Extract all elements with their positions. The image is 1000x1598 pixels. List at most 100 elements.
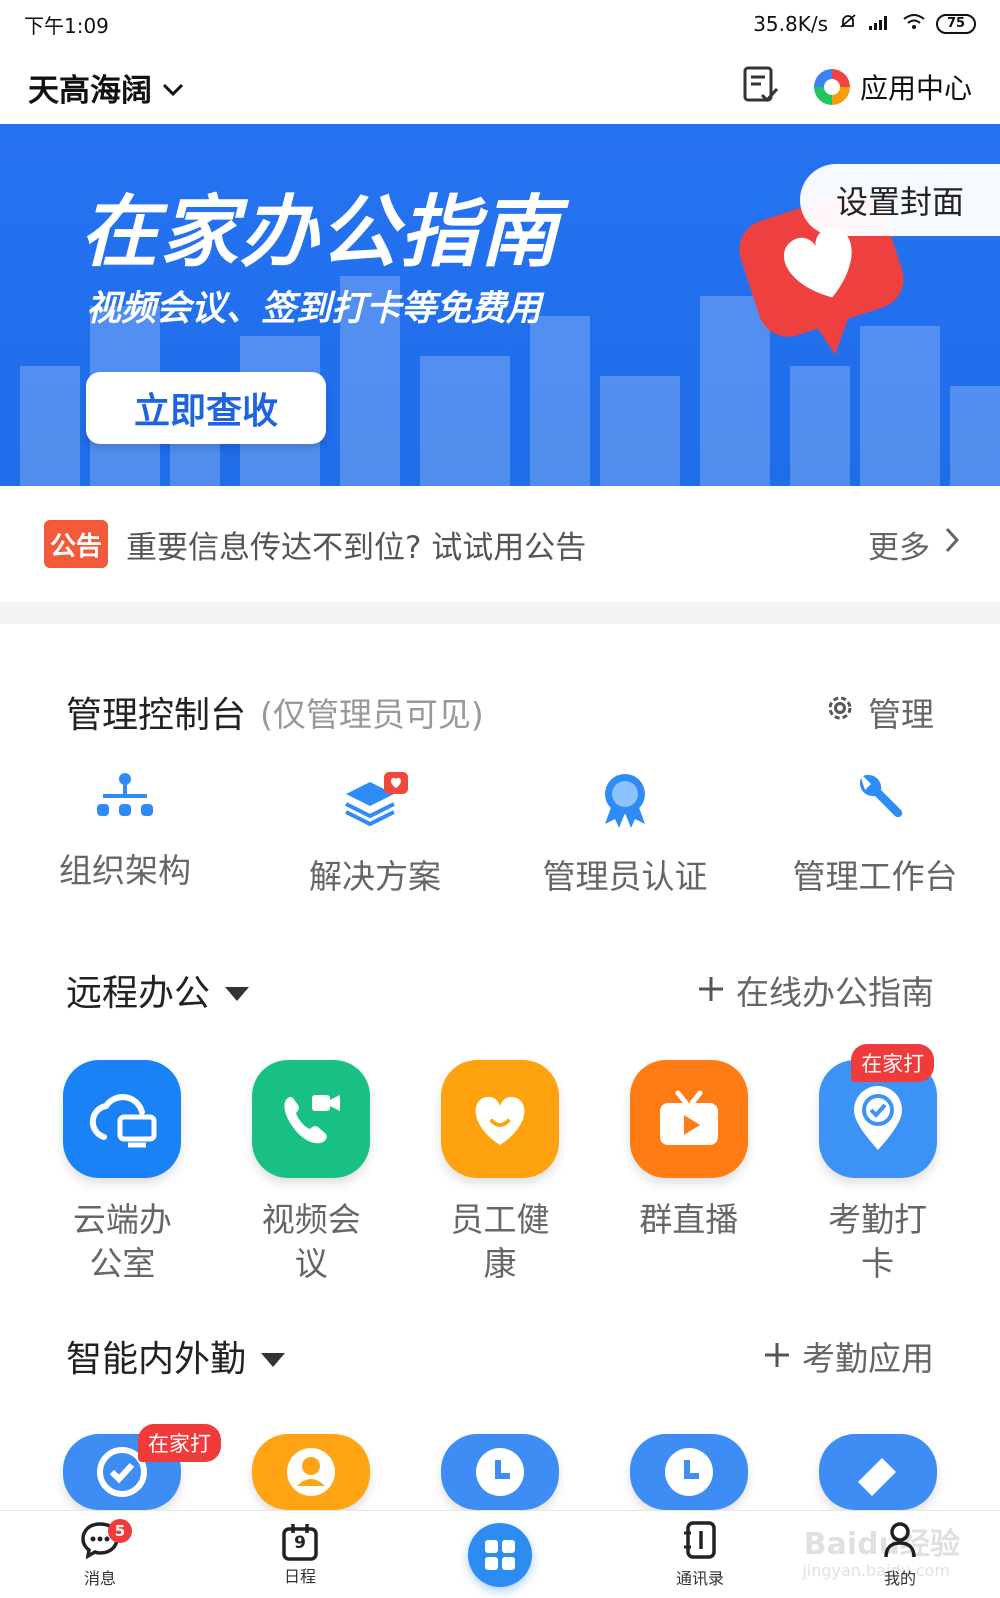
app-attendance-checkin[interactable]: 在家打 考勤打卡 <box>783 1044 972 1286</box>
online-guide-label: 在线办公指南 <box>736 973 934 1012</box>
solution-layers-icon <box>340 772 410 832</box>
app-center-label: 应用中心 <box>859 72 972 105</box>
admin-item-admin-certification[interactable]: 管理员认证 <box>500 772 750 898</box>
calendar-day: 9 <box>294 1532 306 1553</box>
admin-item-org-structure[interactable]: 组织架构 <box>0 772 250 898</box>
caret-down-icon <box>224 970 250 1011</box>
battery-indicator: 75 <box>936 14 976 34</box>
gear-icon <box>824 692 856 732</box>
app-cloud-office[interactable]: 云端办公室 <box>28 1060 217 1286</box>
remote-office-apps: 云端办公室 视频会议 员工健康 群直播 在家打 考勤打卡 <box>0 1044 1000 1286</box>
home-checkin-tag: 在家打 <box>851 1044 935 1082</box>
signal-icon <box>868 12 892 36</box>
attendance-app-shift[interactable] <box>406 1434 595 1510</box>
app-label: 云端办公室 <box>72 1200 172 1283</box>
nav-contacts[interactable]: 通讯录 <box>600 1511 800 1598</box>
admin-console-hint: (仅管理员可见) <box>260 695 484 734</box>
admin-item-label: 解决方案 <box>309 857 441 896</box>
admin-item-admin-workbench[interactable]: 管理工作台 <box>750 772 1000 898</box>
announcement-badge: 公告 <box>44 520 108 568</box>
admin-console-title: 管理控制台 <box>66 695 247 736</box>
admin-console-grid: 组织架构 解决方案 管理员认证 管理工作台 <box>0 772 1000 898</box>
set-cover-button[interactable]: 设置封面 <box>800 164 1000 236</box>
announcement-more-link[interactable]: 更多 <box>868 522 960 567</box>
cloud-desktop-icon <box>63 1060 182 1178</box>
app-video-meeting[interactable]: 视频会议 <box>217 1060 406 1286</box>
attendance-header: 智能内外勤 考勤应用 <box>0 1330 1000 1382</box>
nav-label: 消息 <box>83 1568 116 1588</box>
banner-title: 在家办公指南 <box>80 188 561 278</box>
network-speed: 35.8K/s <box>753 12 828 36</box>
calendar-icon: 9 <box>282 1523 318 1561</box>
attendance-app-field[interactable] <box>217 1434 406 1510</box>
admin-manage-button[interactable]: 管理 <box>824 688 934 736</box>
org-chart-icon <box>95 772 155 826</box>
chevron-down-icon <box>162 69 184 105</box>
admin-item-solutions[interactable]: 解决方案 <box>250 772 500 898</box>
nav-me[interactable]: 我的 <box>800 1511 1000 1598</box>
nav-label: 通讯录 <box>675 1568 724 1588</box>
caret-down-icon <box>260 1336 286 1377</box>
approval-checklist-icon[interactable] <box>742 65 780 109</box>
announcement-text: 重要信息传达不到位? 试试用公告 <box>126 529 587 566</box>
home-checkin-tag: 在家打 <box>138 1424 221 1462</box>
attendance-app-makeup[interactable] <box>783 1434 972 1510</box>
nav-messages[interactable]: 消息 5 <box>0 1511 200 1598</box>
unread-badge: 5 <box>108 1519 132 1543</box>
app-group-live[interactable]: 群直播 <box>594 1060 783 1286</box>
add-online-guide-button[interactable]: 在线办公指南 <box>698 966 934 1014</box>
remote-office-dropdown[interactable]: 远程办公 <box>66 964 250 1016</box>
heart-smile-icon <box>440 1060 559 1178</box>
manage-label: 管理 <box>868 695 934 734</box>
banner-cta-button[interactable]: 立即查收 <box>86 372 326 444</box>
plus-icon <box>698 971 724 1010</box>
nav-calendar[interactable]: 9 日程 <box>200 1511 400 1598</box>
remote-office-header: 远程办公 在线办公指南 <box>0 964 1000 1016</box>
wrench-icon <box>847 772 903 832</box>
add-attendance-app-button[interactable]: 考勤应用 <box>764 1332 934 1380</box>
badge-ribbon-icon <box>597 772 653 832</box>
section-divider <box>0 602 1000 624</box>
workbench-grid-icon <box>468 1522 532 1587</box>
live-tv-icon <box>629 1060 748 1178</box>
app-center-icon <box>813 69 850 105</box>
app-employee-health[interactable]: 员工健康 <box>406 1060 595 1286</box>
app-label: 考勤打卡 <box>828 1200 928 1283</box>
wifi-icon <box>902 12 926 36</box>
attendance-app-label: 考勤应用 <box>802 1339 934 1378</box>
top-header: 天高海阔 应用中心 <box>0 50 1000 124</box>
chevron-right-icon <box>944 526 960 562</box>
person-icon <box>252 1434 371 1510</box>
nav-label: 日程 <box>283 1566 316 1586</box>
clock-icon <box>629 1434 748 1510</box>
promo-banner[interactable]: 在家办公指南 视频会议、签到打卡等免费用 立即查收 设置封面 <box>0 124 1000 486</box>
org-name: 天高海阔 <box>28 72 152 109</box>
banner-subtitle: 视频会议、签到打卡等免费用 <box>86 289 542 329</box>
admin-item-label: 组织架构 <box>59 851 191 890</box>
app-label: 群直播 <box>639 1200 739 1239</box>
video-call-icon <box>252 1060 371 1178</box>
app-label: 员工健康 <box>450 1200 550 1283</box>
more-label: 更多 <box>868 529 930 566</box>
status-indicators: 35.8K/s 75 <box>753 12 976 37</box>
status-time: 下午1:09 <box>24 13 109 38</box>
plus-icon <box>764 1337 790 1376</box>
contacts-book-icon <box>683 1520 717 1563</box>
attendance-app-overtime[interactable] <box>594 1434 783 1510</box>
status-bar: 下午1:09 35.8K/s 75 <box>0 0 1000 48</box>
remote-office-title: 远程办公 <box>66 973 211 1014</box>
nav-label: 我的 <box>883 1568 916 1588</box>
bottom-navigation: 消息 5 9 日程 通讯录 我的 Baidu经验 jingyan.baidu.c… <box>0 1510 1000 1598</box>
admin-item-label: 管理工作台 <box>792 857 958 896</box>
attendance-dropdown[interactable]: 智能内外勤 <box>66 1330 286 1382</box>
admin-item-label: 管理员认证 <box>542 857 708 896</box>
person-icon <box>882 1521 918 1563</box>
nav-workbench[interactable] <box>400 1511 600 1598</box>
announcement-bar[interactable]: 公告 重要信息传达不到位? 试试用公告 更多 <box>0 486 1000 602</box>
clock-icon <box>440 1434 559 1510</box>
admin-console-header: 管理控制台 (仅管理员可见) 管理 <box>0 686 1000 738</box>
mute-bell-icon <box>838 12 858 37</box>
app-center-button[interactable]: 应用中心 <box>813 67 972 107</box>
org-switcher[interactable]: 天高海阔 <box>28 65 184 110</box>
eraser-icon <box>818 1434 937 1510</box>
